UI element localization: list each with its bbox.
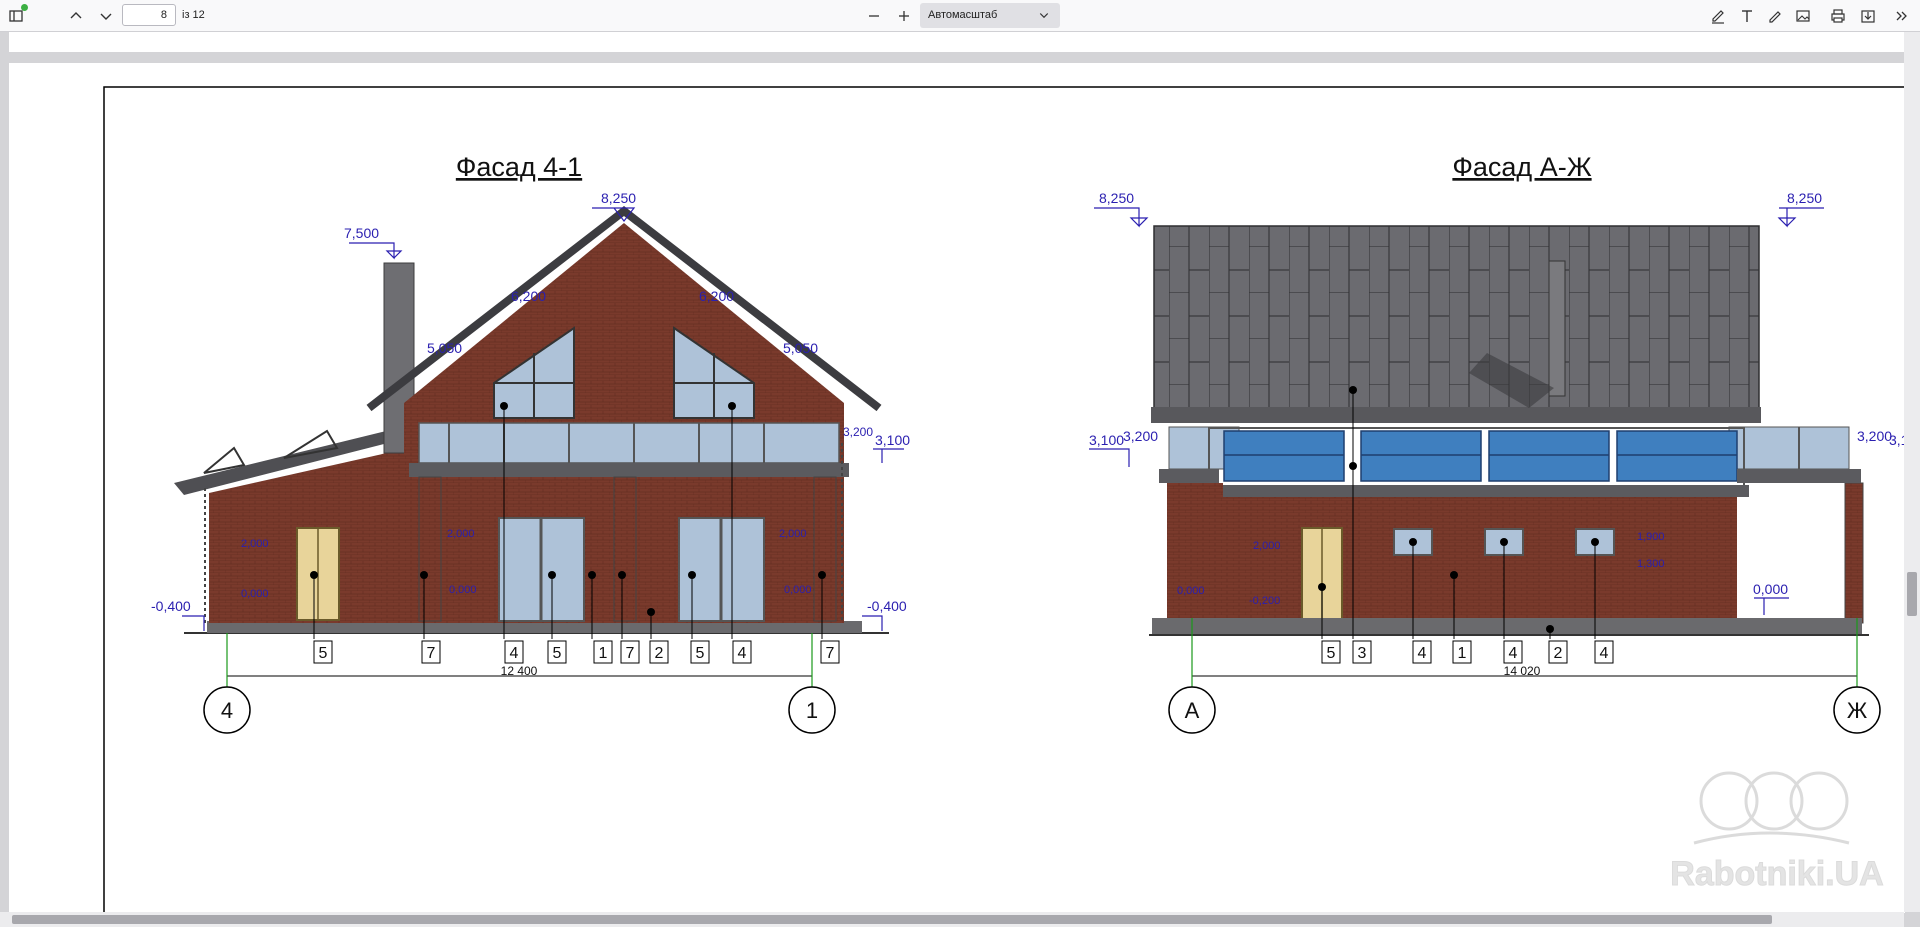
callout-left-10: 7 bbox=[826, 645, 835, 662]
facade-a-zh: Фасад А-Ж 5 3 4 1 4 2 4 14 020 А Ж 8,250… bbox=[1089, 152, 1905, 734]
page-number-input[interactable]: 8 bbox=[122, 4, 176, 26]
minus-icon[interactable] bbox=[862, 4, 886, 28]
callout-right-1: 5 bbox=[1327, 645, 1336, 662]
axis-marker-zh: Ж bbox=[1847, 698, 1868, 723]
zoom-value: Автомасштаб bbox=[928, 9, 998, 21]
pdf-page: Фасад 4-1 5 7 4 5 1 7 2 5 4 7 12 400 4 1… bbox=[9, 63, 1905, 913]
callout-right-4: 1 bbox=[1458, 645, 1467, 662]
level-terrace2: 3,100 bbox=[875, 432, 910, 448]
callout-left-6: 7 bbox=[626, 645, 635, 662]
level-ridge-left: 8,250 bbox=[1099, 190, 1134, 206]
callout-right-6: 2 bbox=[1554, 645, 1563, 662]
level-window-right: 6,200 bbox=[699, 288, 734, 304]
previous-page bbox=[9, 32, 1905, 52]
highlight-icon[interactable] bbox=[1706, 4, 1730, 28]
callout-right-7: 4 bbox=[1600, 645, 1609, 662]
more-tools-icon[interactable] bbox=[1890, 4, 1914, 28]
chevron-down-icon bbox=[1038, 3, 1050, 28]
drawing-sheet: Фасад 4-1 5 7 4 5 1 7 2 5 4 7 12 400 4 1… bbox=[103, 86, 1905, 913]
plus-icon[interactable] bbox=[892, 4, 916, 28]
level-win-mid-l: 2,000 bbox=[447, 528, 475, 540]
level-terrace: 3,200 bbox=[843, 425, 873, 439]
level-plinth2-r: -0,200 bbox=[1249, 595, 1280, 607]
axis-marker-1: 1 bbox=[806, 698, 818, 723]
vertical-scrollbar[interactable] bbox=[1904, 32, 1920, 912]
level-eave-left: 5,050 bbox=[427, 340, 462, 356]
level-plinth-r: 0,000 bbox=[784, 584, 812, 596]
dimension-right: 14 020 bbox=[1504, 664, 1541, 678]
text-icon[interactable] bbox=[1735, 4, 1759, 28]
chevron-up-icon[interactable] bbox=[64, 4, 88, 28]
watermark-text: Rabotniki.UA bbox=[1670, 855, 1883, 893]
level-win-mid-r: 2,000 bbox=[779, 528, 807, 540]
callout-left-1: 5 bbox=[319, 645, 328, 662]
pdf-toolbar: 8 із 12 Автомасштаб bbox=[0, 0, 1920, 32]
level-window-left: 6,200 bbox=[511, 288, 546, 304]
vertical-scroll-thumb[interactable] bbox=[1907, 572, 1917, 616]
level-door-top-r: 2,000 bbox=[1253, 540, 1281, 552]
level-chimney: 7,500 bbox=[344, 225, 379, 241]
level-eave-right-a: 3,200 bbox=[1857, 428, 1892, 444]
callout-right-2: 3 bbox=[1358, 645, 1367, 662]
callout-right-5: 4 bbox=[1509, 645, 1518, 662]
dimension-left: 12 400 bbox=[501, 664, 538, 678]
callout-left-2: 7 bbox=[427, 645, 436, 662]
watermark: Rabotniki.UA bbox=[1670, 771, 1884, 894]
callout-left-5: 1 bbox=[599, 645, 608, 662]
callout-right-3: 4 bbox=[1418, 645, 1427, 662]
level-win-bottom: 1,300 bbox=[1637, 558, 1665, 570]
level-ground-left: -0,400 bbox=[151, 598, 191, 614]
print-icon[interactable] bbox=[1826, 4, 1850, 28]
level-ground-right: -0,400 bbox=[867, 598, 907, 614]
level-eave-right-b: 3,1 bbox=[1889, 432, 1905, 448]
level-plinth-r: 0,000 bbox=[1177, 585, 1205, 597]
level-plinth-l: 0,000 bbox=[241, 588, 269, 600]
zoom-select[interactable]: Автомасштаб bbox=[920, 3, 1060, 28]
callout-left-8: 5 bbox=[696, 645, 705, 662]
facade-left-title: Фасад 4-1 bbox=[456, 152, 582, 182]
save-icon[interactable] bbox=[1856, 4, 1880, 28]
level-ridge: 8,250 bbox=[601, 190, 636, 206]
callout-left-3: 4 bbox=[510, 645, 519, 662]
level-eave-left-a: 3,100 bbox=[1089, 432, 1124, 448]
level-door-top: 2,000 bbox=[241, 538, 269, 550]
horizontal-scroll-thumb[interactable] bbox=[12, 915, 1772, 924]
callout-left-7: 2 bbox=[655, 645, 664, 662]
axis-marker-4: 4 bbox=[221, 698, 233, 723]
level-win-top: 1,900 bbox=[1637, 531, 1665, 543]
image-icon[interactable] bbox=[1791, 4, 1815, 28]
level-ridge-right: 8,250 bbox=[1787, 190, 1822, 206]
horizontal-scrollbar[interactable] bbox=[0, 912, 1904, 927]
level-eave-left-b: 3,200 bbox=[1123, 428, 1158, 444]
level-ground: 0,000 bbox=[1753, 581, 1788, 597]
facade-4-1: Фасад 4-1 5 7 4 5 1 7 2 5 4 7 12 400 4 1… bbox=[151, 152, 910, 734]
callout-left-4: 5 bbox=[553, 645, 562, 662]
callout-left-9: 4 bbox=[738, 645, 747, 662]
page-count-label: із 12 bbox=[182, 9, 205, 21]
facade-right-title: Фасад А-Ж bbox=[1452, 152, 1591, 182]
level-plinth-m: 0,000 bbox=[449, 584, 477, 596]
notification-dot bbox=[21, 4, 28, 11]
axis-marker-a: А bbox=[1185, 698, 1200, 723]
chevron-down-icon[interactable] bbox=[94, 4, 118, 28]
draw-icon[interactable] bbox=[1763, 4, 1787, 28]
level-eave-right: 5,050 bbox=[783, 340, 818, 356]
